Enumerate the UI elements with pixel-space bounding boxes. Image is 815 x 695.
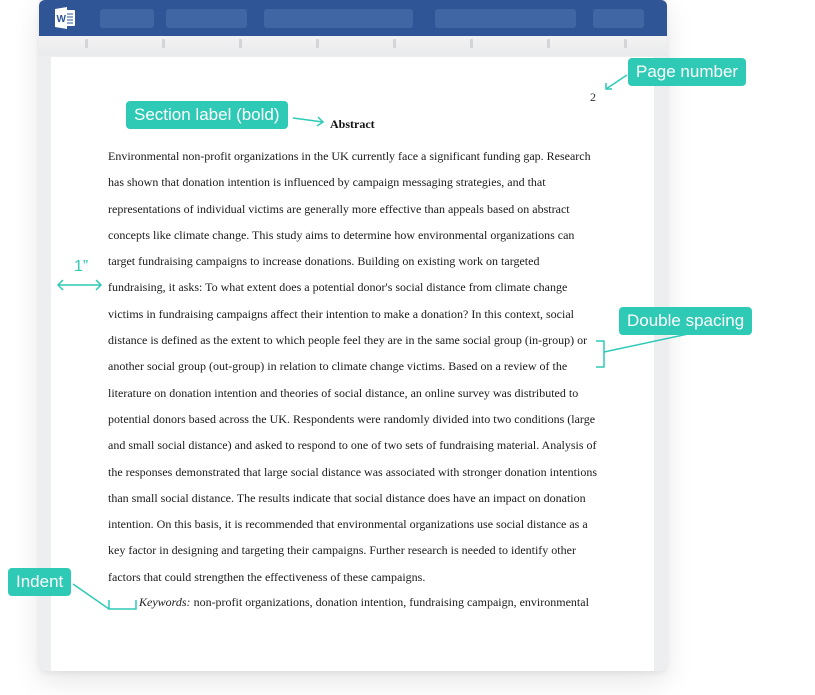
- text-line: key factor in designing and targeting th…: [108, 543, 576, 558]
- text-line: Environmental non-profit organizations i…: [108, 149, 591, 163]
- callout-indent: Indent: [8, 568, 72, 596]
- text-line: another social group (out-group) in rela…: [108, 359, 568, 374]
- text-line: has shown that donation intention is inf…: [108, 175, 546, 190]
- ruler[interactable]: [39, 36, 667, 56]
- text-line: target fundraising campaigns to increase…: [108, 254, 540, 269]
- toolbar-tab-2[interactable]: [166, 9, 247, 28]
- section-heading: Abstract: [330, 117, 375, 131]
- toolbar-tab-3[interactable]: [264, 9, 413, 28]
- text-line: fundraising, it asks: To what extent doe…: [108, 280, 568, 295]
- ruler-tick: [393, 39, 396, 48]
- ruler-tick: [239, 39, 242, 48]
- callout-page-number: Page number: [628, 58, 747, 86]
- text-line: literature on donation intention and the…: [108, 385, 579, 400]
- text-line: factors that could strengthen the effect…: [108, 569, 426, 584]
- ruler-tick: [316, 39, 319, 48]
- text-line: intention. On this basis, it is recommen…: [108, 517, 588, 532]
- text-line: victims in fundraising campaigns affect …: [108, 306, 574, 321]
- keywords-line: Keywords: non-profit organizations, dona…: [139, 595, 589, 610]
- ruler-tick: [547, 39, 550, 48]
- text-line: than small social distance. The results …: [108, 490, 586, 505]
- keywords-label: Keywords:: [139, 595, 191, 609]
- svg-text:W: W: [57, 14, 67, 25]
- abstract-paragraph[interactable]: Environmental non-profit organizations i…: [108, 143, 608, 590]
- text-line: concepts like climate change. This study…: [108, 227, 575, 242]
- text-line: potential donors based across the UK. Re…: [108, 411, 596, 426]
- ruler-tick: [85, 39, 88, 48]
- margin-label: 1”: [74, 258, 89, 275]
- title-bar: W: [39, 0, 667, 36]
- text-line: representations of individual victims ar…: [108, 201, 570, 216]
- callout-double-spacing: Double spacing: [619, 307, 753, 335]
- callout-section-label: Section label (bold): [126, 101, 288, 129]
- toolbar-tab-4[interactable]: [435, 9, 576, 28]
- ruler-tick: [624, 39, 627, 48]
- text-line: the responses demonstrated that large so…: [108, 464, 597, 479]
- text-line: and small social distance) and asked to …: [108, 438, 597, 453]
- toolbar-tab-1[interactable]: [100, 9, 154, 28]
- ruler-tick: [162, 39, 165, 48]
- text-line: distance is defined as the extent to whi…: [108, 333, 588, 348]
- keywords-text: non-profit organizations, donation inten…: [190, 595, 589, 609]
- ruler-tick: [470, 39, 473, 48]
- page-number: 2: [590, 90, 596, 104]
- toolbar-tab-5[interactable]: [593, 9, 644, 28]
- word-icon[interactable]: W: [53, 6, 77, 30]
